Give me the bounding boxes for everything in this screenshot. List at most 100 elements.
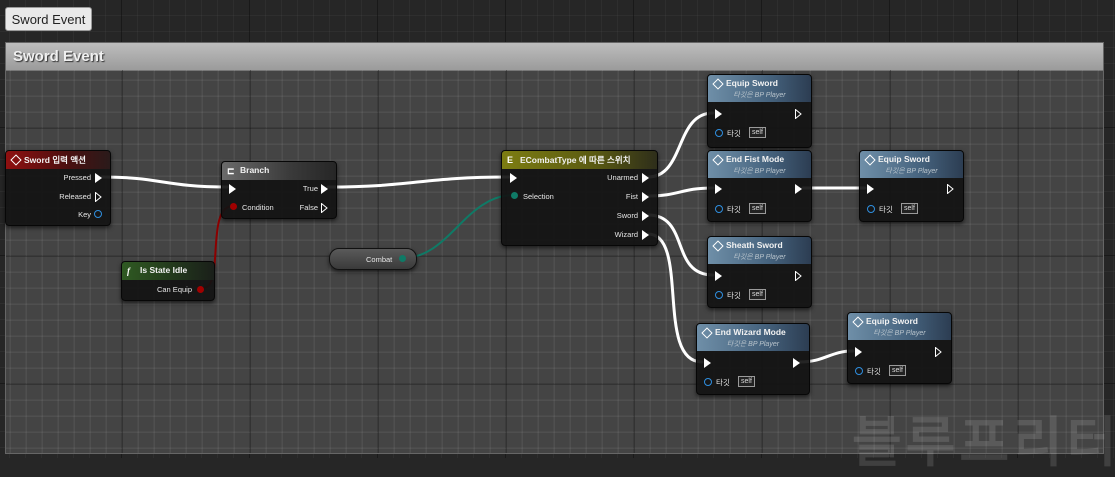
watermark-text: 블루프리터 bbox=[852, 411, 1115, 474]
exec-in[interactable] bbox=[510, 173, 517, 183]
exec-out[interactable] bbox=[793, 358, 800, 368]
pin-target[interactable] bbox=[715, 205, 723, 213]
function-icon: f bbox=[127, 266, 130, 276]
exec-in[interactable] bbox=[855, 347, 862, 357]
node-header: Sheath Sword 타깃은 BP Player bbox=[708, 237, 811, 264]
node-title: Equip Sword bbox=[726, 78, 778, 88]
pin-key[interactable] bbox=[94, 210, 102, 218]
exec-out[interactable] bbox=[935, 347, 942, 357]
node-header: End Wizard Mode 타깃은 BP Player bbox=[697, 324, 809, 351]
node-title: Sheath Sword bbox=[726, 240, 783, 250]
exec-out-wizard[interactable] bbox=[642, 230, 649, 240]
exec-in[interactable] bbox=[229, 184, 236, 194]
exec-in[interactable] bbox=[867, 184, 874, 194]
pin-label-can-equip: Can Equip bbox=[156, 285, 192, 294]
pin-label-key: Key bbox=[78, 210, 91, 219]
pin-selection[interactable] bbox=[511, 192, 518, 199]
function-call-icon bbox=[712, 78, 724, 90]
exec-out-pressed[interactable] bbox=[95, 173, 102, 183]
pin-target[interactable] bbox=[867, 205, 875, 213]
enum-switch-icon: E bbox=[507, 155, 514, 165]
node-title: Equip Sword bbox=[866, 316, 918, 326]
node-header: End Fist Mode 타깃은 BP Player bbox=[708, 151, 811, 178]
sword-input-action-node[interactable]: Sword 입력 액션 Pressed Released Key bbox=[5, 150, 111, 226]
switch-on-enum-node[interactable]: E ECombatType 에 따른 스위치 Unarmed Selection… bbox=[501, 150, 658, 246]
pin-label-target: 타깃 bbox=[867, 367, 881, 376]
node-title: End Fist Mode bbox=[726, 154, 785, 164]
node-title: Branch bbox=[240, 165, 270, 175]
pin-label-wizard: Wizard bbox=[614, 230, 638, 239]
exec-in[interactable] bbox=[715, 271, 722, 281]
variable-label: Combat bbox=[366, 255, 393, 264]
function-call-icon bbox=[701, 327, 713, 339]
exec-out-fist[interactable] bbox=[642, 192, 649, 202]
pin-target[interactable] bbox=[715, 129, 723, 137]
equip-sword-node[interactable]: Equip Sword 타깃은 BP Player 타깃 self bbox=[707, 74, 812, 148]
self-value-box[interactable]: self bbox=[749, 203, 766, 214]
pin-condition[interactable] bbox=[230, 203, 237, 210]
node-subtitle: 타깃은 BP Player bbox=[733, 92, 786, 99]
wire-branch-true-to-switch bbox=[326, 175, 511, 189]
exec-out-unarmed[interactable] bbox=[642, 173, 649, 183]
exec-out-sword[interactable] bbox=[642, 211, 649, 221]
pin-label-sword: Sword bbox=[616, 211, 638, 220]
pin-label-false: False bbox=[299, 203, 318, 212]
self-value-box[interactable]: self bbox=[901, 203, 918, 214]
branch-icon: ⊏ bbox=[227, 166, 235, 176]
node-title: ECombatType 에 따른 스위치 bbox=[520, 155, 631, 165]
node-header: ⊏ Branch bbox=[222, 162, 336, 180]
exec-out[interactable] bbox=[795, 184, 802, 194]
event-diamond-icon bbox=[10, 154, 22, 166]
node-title: End Wizard Mode bbox=[715, 327, 786, 337]
end-fist-mode-node[interactable]: End Fist Mode 타깃은 BP Player 타깃 self bbox=[707, 150, 812, 222]
is-state-idle-node[interactable]: f Is State Idle Can Equip bbox=[121, 261, 215, 301]
exec-out-released[interactable] bbox=[95, 192, 102, 202]
pin-label-fist: Fist bbox=[625, 192, 638, 201]
exec-out[interactable] bbox=[795, 271, 802, 281]
node-header: Equip Sword 타깃은 BP Player bbox=[708, 75, 811, 102]
exec-in[interactable] bbox=[715, 184, 722, 194]
wire-pressed-to-branch bbox=[100, 175, 229, 189]
pin-label-target: 타깃 bbox=[716, 378, 730, 387]
exec-in[interactable] bbox=[715, 109, 722, 119]
pin-label-true: True bbox=[302, 184, 318, 193]
self-value-box[interactable]: self bbox=[749, 127, 766, 138]
branch-node[interactable]: ⊏ Branch True Condition False bbox=[221, 161, 337, 219]
node-header: Equip Sword 타깃은 BP Player bbox=[860, 151, 963, 178]
pin-label-selection: Selection bbox=[523, 192, 554, 201]
exec-out-true[interactable] bbox=[321, 184, 328, 194]
combat-variable-node[interactable]: Combat bbox=[329, 248, 417, 270]
pin-label-pressed: Pressed bbox=[63, 173, 91, 182]
node-header: Sword 입력 액션 bbox=[6, 151, 110, 169]
self-value-box[interactable]: self bbox=[889, 365, 906, 376]
function-call-icon bbox=[864, 154, 876, 166]
node-title: Sword 입력 액션 bbox=[24, 155, 86, 165]
equip-sword-node[interactable]: Equip Sword 타깃은 BP Player 타깃 self bbox=[859, 150, 964, 222]
exec-in[interactable] bbox=[704, 358, 711, 368]
pin-target[interactable] bbox=[855, 367, 863, 375]
pin-label-condition: Condition bbox=[242, 203, 274, 212]
node-title: Is State Idle bbox=[140, 265, 188, 275]
node-header: Equip Sword 타깃은 BP Player bbox=[848, 313, 951, 340]
pin-label-released: Released bbox=[59, 192, 91, 201]
equip-sword-node[interactable]: Equip Sword 타깃은 BP Player 타깃 self bbox=[847, 312, 952, 384]
pin-label-target: 타깃 bbox=[727, 129, 741, 138]
pin-combat[interactable] bbox=[399, 255, 406, 262]
end-wizard-mode-node[interactable]: End Wizard Mode 타깃은 BP Player 타깃 self bbox=[696, 323, 810, 395]
node-subtitle: 타깃은 BP Player bbox=[733, 254, 786, 261]
node-header: E ECombatType 에 따른 스위치 bbox=[502, 151, 657, 169]
node-title: Equip Sword bbox=[878, 154, 930, 164]
pin-label-unarmed: Unarmed bbox=[607, 173, 638, 182]
node-subtitle: 타깃은 BP Player bbox=[885, 168, 938, 175]
self-value-box[interactable]: self bbox=[738, 376, 755, 387]
sheath-sword-node[interactable]: Sheath Sword 타깃은 BP Player 타깃 self bbox=[707, 236, 812, 308]
self-value-box[interactable]: self bbox=[749, 289, 766, 300]
wire-combat-to-selection bbox=[402, 194, 515, 259]
pin-target[interactable] bbox=[715, 291, 723, 299]
function-call-icon bbox=[712, 240, 724, 252]
pin-target[interactable] bbox=[704, 378, 712, 386]
exec-out-false[interactable] bbox=[321, 203, 328, 213]
pin-can-equip[interactable] bbox=[197, 286, 204, 293]
exec-out[interactable] bbox=[795, 109, 802, 119]
exec-out[interactable] bbox=[947, 184, 954, 194]
